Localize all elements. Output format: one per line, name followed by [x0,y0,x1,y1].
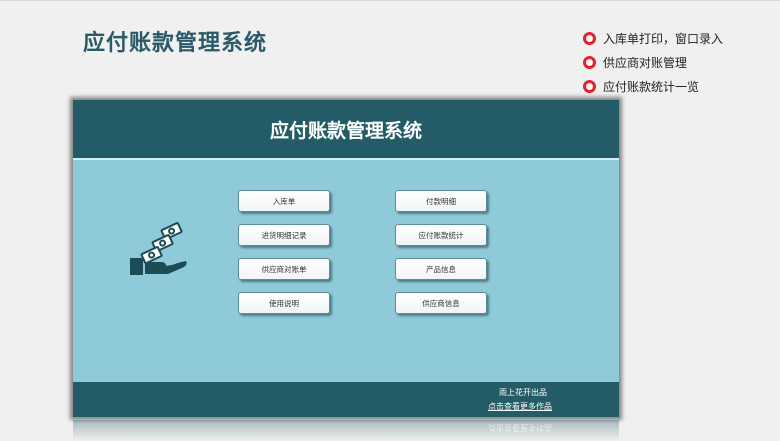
stock-in-button[interactable]: 入库单 [238,190,330,212]
feature-item: 应付账款统计一览 [583,74,723,98]
more-works-link[interactable]: 点击查看更多作品 [488,401,552,412]
red-ring-bullet-icon [583,31,596,45]
feature-list: 入库单打印，窗口录入 供应商对账管理 应付账款统计一览 [583,26,723,98]
panel-title: 应付账款管理系统 [269,119,422,142]
footer-credit: 雨上花开出品 [499,388,547,397]
top-border [0,0,780,1]
feature-text: 入库单打印，窗口录入 [603,31,724,46]
feature-text: 应付账款统计一览 [603,79,700,94]
payables-stats-button[interactable]: 应付账款统计 [395,224,487,246]
supplier-info-button[interactable]: 供应商信息 [395,292,487,314]
panel-reflection: 点击查看更多作品 [73,420,619,441]
feature-text: 供应商对账管理 [603,55,688,70]
page-title: 应付账款管理系统 [83,31,268,56]
red-ring-bullet-icon [583,79,596,93]
hand-holding-money-icon [130,222,187,275]
reflection-text: 点击查看更多作品 [488,423,552,432]
instructions-button[interactable]: 使用说明 [238,292,330,314]
purchase-detail-button[interactable]: 进货明细记录 [238,224,330,246]
main-menu-panel: 应付账款管理系统 入库单 进货明细记录 供应商对账单 使用说明 付款明细 应付账… [73,100,619,417]
panel-footer: 雨上花开出品 点击查看更多作品 [73,382,619,417]
feature-item: 入库单打印，窗口录入 [583,26,723,50]
panel-divider [73,158,619,160]
supplier-statement-button[interactable]: 供应商对账单 [238,258,330,280]
feature-item: 供应商对账管理 [583,50,723,74]
panel-header: 应付账款管理系统 [73,100,619,158]
red-ring-bullet-icon [583,55,596,69]
payment-detail-button[interactable]: 付款明细 [395,190,487,212]
product-info-button[interactable]: 产品信息 [395,258,487,280]
